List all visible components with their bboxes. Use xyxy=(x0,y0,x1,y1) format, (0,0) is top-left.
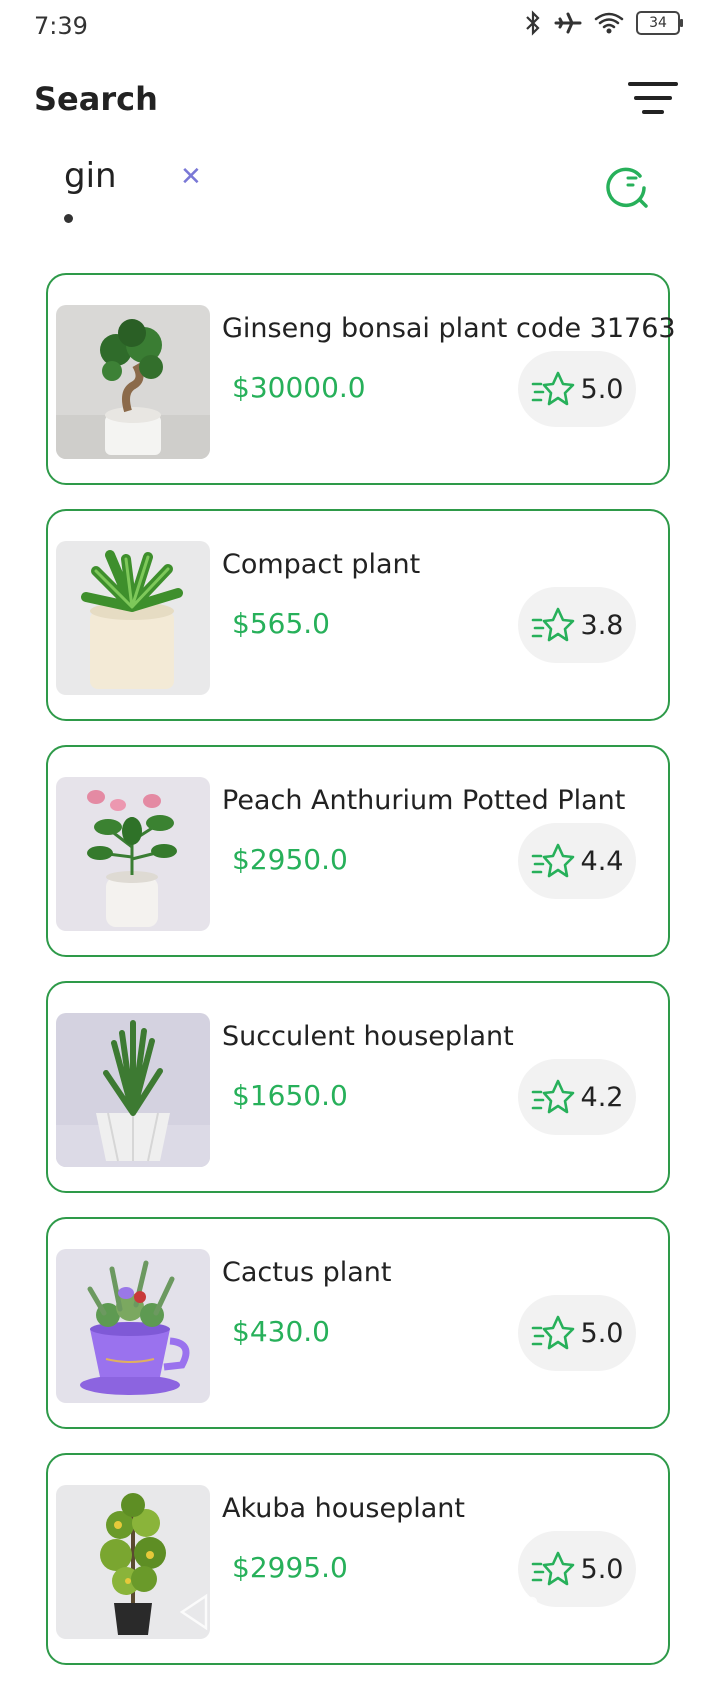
status-icons: 34 xyxy=(524,10,683,36)
rating-value: 4.2 xyxy=(580,1081,624,1113)
page-title: Search xyxy=(34,80,158,118)
product-image xyxy=(56,1485,210,1639)
rating-badge: 4.2 xyxy=(518,1059,636,1135)
battery-level: 34 xyxy=(649,15,667,31)
search-bar: gin ✕ xyxy=(0,150,720,230)
search-input[interactable]: gin xyxy=(64,156,117,196)
product-card[interactable]: Akuba houseplant $2995.0 5.0 xyxy=(46,1453,670,1665)
rating-value: 3.8 xyxy=(580,609,624,641)
rating-badge: 4.4 xyxy=(518,823,636,899)
product-name: Ginseng bonsai plant code 31763 xyxy=(222,313,676,344)
rating-star-icon xyxy=(531,1315,574,1350)
rating-value: 5.0 xyxy=(580,373,624,405)
product-price: $2995.0 xyxy=(232,1551,348,1584)
product-image xyxy=(56,1013,210,1167)
rating-badge: 5.0 xyxy=(518,1295,636,1371)
battery-icon: 34 xyxy=(636,11,683,35)
product-card[interactable]: Peach Anthurium Potted Plant $2950.0 4.4 xyxy=(46,745,670,957)
rating-value: 4.4 xyxy=(580,845,624,877)
rating-star-icon xyxy=(531,1551,574,1586)
product-name: Succulent houseplant xyxy=(222,1021,514,1052)
filter-icon-line-2 xyxy=(634,96,672,100)
product-card[interactable]: Compact plant $565.0 3.8 xyxy=(46,509,670,721)
product-card[interactable]: Cactus plant $430.0 5.0 xyxy=(46,1217,670,1429)
rating-value: 5.0 xyxy=(580,1553,624,1585)
product-name: Akuba houseplant xyxy=(222,1493,465,1524)
product-card[interactable]: Ginseng bonsai plant code 31763 $30000.0… xyxy=(46,273,676,485)
wifi-icon xyxy=(594,12,624,34)
product-price: $30000.0 xyxy=(232,371,366,404)
rating-badge: 5.0 xyxy=(518,351,636,427)
bluetooth-icon xyxy=(526,10,540,36)
filter-icon-line-1 xyxy=(628,82,678,86)
product-card[interactable]: Succulent houseplant $1650.0 4.2 xyxy=(46,981,670,1193)
product-name: Cactus plant xyxy=(222,1257,392,1288)
product-price: $1650.0 xyxy=(232,1079,348,1112)
product-price: $430.0 xyxy=(232,1315,330,1348)
product-price: $2950.0 xyxy=(232,843,348,876)
rating-star-icon xyxy=(531,371,574,406)
rating-star-icon xyxy=(531,843,574,878)
product-image xyxy=(56,305,210,459)
rating-value: 5.0 xyxy=(580,1317,624,1349)
product-image xyxy=(56,1249,210,1403)
status-time: 7:39 xyxy=(34,12,88,40)
rating-badge: 5.0 xyxy=(518,1531,636,1607)
text-cursor xyxy=(64,214,73,223)
airplane-icon xyxy=(554,12,582,34)
rating-star-icon xyxy=(531,607,574,642)
product-name: Peach Anthurium Potted Plant xyxy=(222,785,626,816)
product-image xyxy=(56,541,210,695)
product-image xyxy=(56,777,210,931)
filter-icon-line-3 xyxy=(642,110,664,114)
search-icon[interactable] xyxy=(604,164,650,210)
rating-star-icon xyxy=(531,1079,574,1114)
status-bar: 7:39 34 xyxy=(0,0,720,54)
product-name: Compact plant xyxy=(222,549,421,580)
filter-button[interactable] xyxy=(628,80,678,118)
product-list: Ginseng bonsai plant code 31763 $30000.0… xyxy=(46,273,676,1689)
rating-badge: 3.8 xyxy=(518,587,636,663)
product-price: $565.0 xyxy=(232,607,330,640)
clear-search-button[interactable]: ✕ xyxy=(180,162,202,192)
